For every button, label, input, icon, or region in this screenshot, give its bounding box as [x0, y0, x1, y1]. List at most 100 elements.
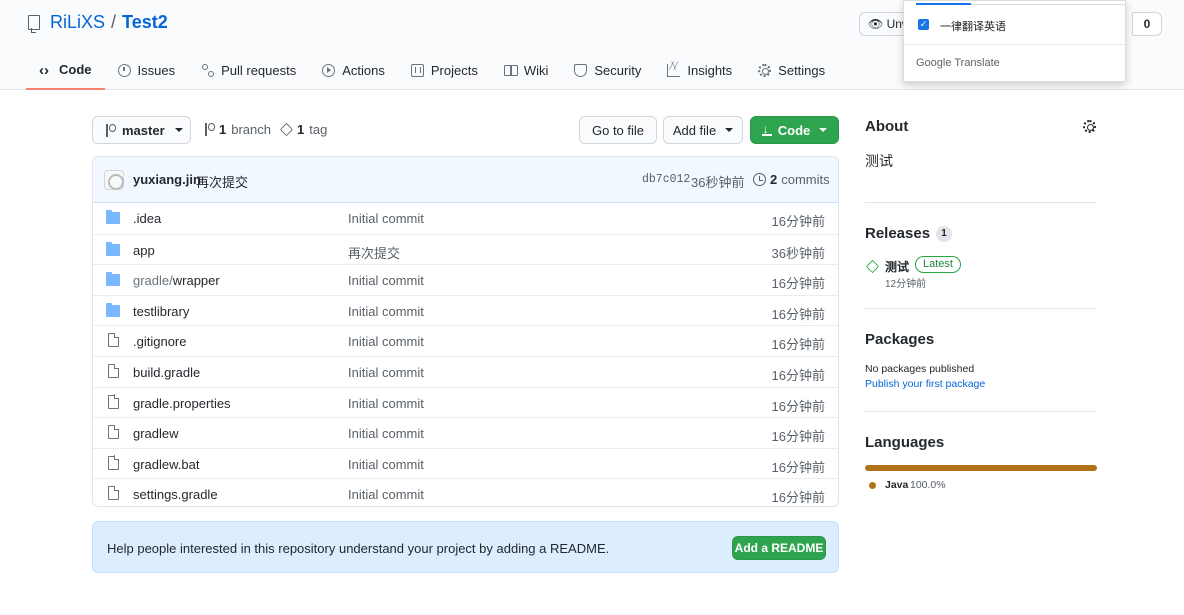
- file-row[interactable]: build.gradle Initial commit 16分钟前: [93, 355, 838, 387]
- file-commit-message-link[interactable]: Initial commit: [348, 334, 424, 349]
- packages-heading[interactable]: Packages: [865, 331, 934, 348]
- tab-pull-requests[interactable]: Pull requests: [188, 50, 309, 90]
- add-file-button[interactable]: Add file: [663, 116, 743, 144]
- releases-count: 1: [936, 225, 953, 242]
- divider: [971, 4, 1126, 5]
- tab-projects[interactable]: Projects: [398, 50, 491, 90]
- file-name-link[interactable]: gradle.properties: [133, 396, 231, 411]
- folder-icon: [106, 302, 120, 317]
- release-name-link[interactable]: 测试: [885, 258, 909, 275]
- repo-name-link[interactable]: Test2: [122, 12, 168, 33]
- tab-label: Actions: [342, 62, 385, 78]
- release-time: 12分钟前: [885, 279, 927, 290]
- tag-count: 1: [297, 122, 305, 137]
- file-commit-message-link[interactable]: Initial commit: [348, 487, 424, 502]
- divider: [865, 202, 1097, 203]
- tab-code[interactable]: Code: [26, 50, 105, 90]
- repo-nav-tabs: Code Issues Pull requests Actions Projec…: [26, 50, 838, 90]
- branch-select-button[interactable]: master: [92, 116, 191, 144]
- file-path-prefix: gradle/: [133, 273, 173, 289]
- star-count[interactable]: 0: [1132, 12, 1162, 36]
- commit-message-link[interactable]: 再次提交: [196, 172, 248, 191]
- tab-label: Code: [59, 61, 92, 77]
- gear-icon: [758, 63, 772, 77]
- commits-history-link[interactable]: 2 commits: [753, 172, 830, 187]
- tag-icon: [865, 259, 880, 274]
- file-commit-message-link[interactable]: Initial commit: [348, 457, 424, 472]
- repo-title: RiLiXS / Test2: [28, 12, 168, 33]
- file-commit-age: 16分钟前: [771, 337, 825, 353]
- tab-actions[interactable]: Actions: [309, 50, 398, 90]
- file-name-link[interactable]: .idea: [133, 211, 161, 226]
- file-name: testlibrary: [133, 303, 190, 319]
- languages-heading: Languages: [865, 434, 945, 451]
- folder-icon: [106, 241, 120, 256]
- file-commit-age: 16分钟前: [771, 214, 825, 229]
- project-board-icon: [410, 63, 424, 77]
- commit-author-link[interactable]: yuxiang.jin: [133, 172, 201, 187]
- branches-link[interactable]: 1 branch: [204, 122, 271, 137]
- file-row[interactable]: testlibrary Initial commit 16分钟前: [93, 294, 838, 326]
- tab-insights[interactable]: Insights: [654, 50, 745, 90]
- file-commit-message-link[interactable]: Initial commit: [348, 273, 424, 288]
- commit-label: commits: [781, 172, 830, 187]
- language-name[interactable]: Java: [885, 479, 908, 491]
- google-translate-brand: Google Translate: [916, 57, 1000, 69]
- file-row[interactable]: gradle/wrapper Initial commit 16分钟前: [93, 264, 838, 295]
- publish-package-link[interactable]: Publish your first package: [865, 378, 985, 390]
- releases-heading[interactable]: Releases 1: [865, 225, 953, 242]
- tag-icon: [279, 122, 294, 137]
- file-name-link[interactable]: gradlew.bat: [133, 457, 200, 472]
- file-name-link[interactable]: gradlew: [133, 426, 179, 441]
- file-commit-age: 16分钟前: [771, 459, 825, 475]
- avatar[interactable]: [104, 170, 124, 190]
- folder-icon: [106, 272, 120, 287]
- shield-icon: [574, 63, 588, 77]
- tab-settings[interactable]: Settings: [745, 50, 838, 90]
- releases-title: Releases: [865, 225, 931, 242]
- file-commit-message-link[interactable]: Initial commit: [348, 396, 424, 411]
- commit-count: 2: [770, 172, 778, 187]
- file-commit-message-link[interactable]: Initial commit: [348, 426, 424, 441]
- tab-security[interactable]: Security: [561, 50, 654, 90]
- file-name: wrapper: [172, 273, 220, 289]
- file-name-link[interactable]: testlibrary: [133, 304, 189, 319]
- file-row[interactable]: gradlew.bat Initial commit 16分钟前: [93, 447, 838, 479]
- file-commit-age: 16分钟前: [771, 367, 825, 383]
- file-commit-message-link[interactable]: 再次提交: [348, 243, 400, 262]
- file-name-link[interactable]: app: [133, 243, 155, 258]
- file-row[interactable]: .idea Initial commit 16分钟前: [93, 203, 838, 234]
- latest-commit-bar: yuxiang.jin 再次提交 db7c012 36秒钟前 2 commits: [93, 157, 838, 203]
- file-commit-message-link[interactable]: Initial commit: [348, 304, 424, 319]
- file-name-link[interactable]: settings.gradle: [133, 487, 218, 502]
- tags-link[interactable]: 1 tag: [279, 122, 327, 137]
- tab-wiki[interactable]: Wiki: [491, 50, 562, 90]
- file-name-link[interactable]: .gitignore: [133, 334, 186, 349]
- commit-sha-link[interactable]: db7c012: [642, 173, 690, 186]
- file-row[interactable]: gradlew Initial commit 16分钟前: [93, 417, 838, 448]
- commit-time: 36秒钟前: [691, 175, 745, 190]
- file-row[interactable]: app 再次提交 36秒钟前: [93, 233, 838, 265]
- always-translate-checkbox[interactable]: ✓: [918, 19, 929, 30]
- always-translate-label[interactable]: 一律翻译英语: [940, 18, 1006, 34]
- go-to-file-button[interactable]: Go to file: [579, 116, 657, 144]
- tab-issues[interactable]: Issues: [105, 50, 189, 90]
- file-browser: yuxiang.jin 再次提交 db7c012 36秒钟前 2 commits…: [92, 156, 839, 507]
- file-row[interactable]: .gitignore Initial commit 16分钟前: [93, 325, 838, 356]
- file-commit-message-link[interactable]: Initial commit: [348, 211, 424, 226]
- readme-prompt: Help people interested in this repositor…: [92, 521, 839, 573]
- file-row[interactable]: gradle.properties Initial commit 16分钟前: [93, 386, 838, 418]
- file-name-link[interactable]: build.gradle: [133, 365, 200, 380]
- graph-icon: [667, 62, 681, 77]
- file-commit-message-link[interactable]: Initial commit: [348, 365, 424, 380]
- repo-owner-link[interactable]: RiLiXS: [50, 12, 105, 33]
- gear-icon[interactable]: [1083, 120, 1096, 133]
- file-name-link[interactable]: gradle/wrapper: [133, 273, 220, 288]
- branch-count: 1: [219, 122, 227, 137]
- add-readme-button[interactable]: Add a README: [732, 536, 826, 560]
- chevron-down-icon: [819, 128, 828, 132]
- file-icon: [108, 394, 120, 409]
- file-commit-age: 16分钟前: [771, 398, 825, 414]
- code-download-button[interactable]: Code: [750, 116, 839, 144]
- file-row[interactable]: settings.gradle Initial commit 16分钟前: [93, 478, 838, 506]
